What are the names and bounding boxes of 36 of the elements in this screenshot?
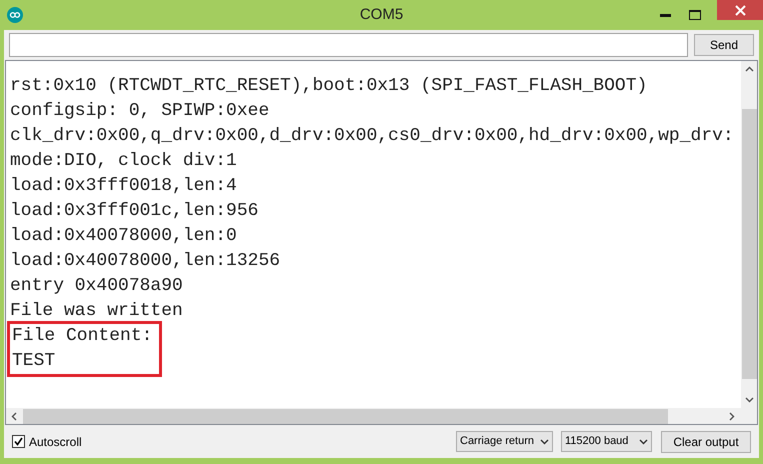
output-line: load:0x40078000,len:13256 — [10, 250, 282, 273]
autoscroll-label: Autoscroll — [29, 434, 82, 450]
output-line: rst:0x10 (RTCWDT_RTC_RESET),boot:0x13 (SPI_FAST_FLASH_BOOT) — [10, 75, 648, 98]
send-button[interactable]: Send — [694, 34, 754, 56]
output-line: clk_drv:0x00,q_drv:0x00,d_drv:0x00,cs0_drv:0x00,hd_drv:0x00,wp_drv: — [10, 125, 735, 148]
minimize-icon[interactable] — [660, 14, 671, 16]
scroll-up-icon[interactable] — [744, 66, 754, 72]
output-line: configsip: 0, SPIWP:0xee — [10, 100, 270, 123]
horizontal-scrollbar[interactable] — [6, 408, 757, 424]
window-title: COM5 — [360, 4, 404, 25]
scroll-left-icon[interactable] — [11, 412, 17, 420]
output-line: File was written — [10, 300, 184, 323]
caret-icon — [540, 438, 549, 444]
line-ending-dropdown[interactable]: Carriage return — [456, 431, 553, 452]
scroll-down-icon[interactable] — [744, 397, 754, 403]
output-line: load:0x3fff0018,len:4 — [10, 175, 238, 198]
output-line: mode:DIO, clock div:1 — [10, 150, 238, 173]
clear-output-button[interactable]: Clear output — [661, 430, 751, 452]
autoscroll-checkbox[interactable] — [12, 435, 25, 448]
app-logo-icon — [7, 7, 23, 23]
output-line: File Content: — [12, 325, 154, 348]
scroll-thumb[interactable] — [742, 109, 756, 379]
vertical-scrollbar[interactable] — [741, 61, 757, 408]
close-button[interactable] — [717, 0, 763, 20]
caret-icon — [639, 438, 648, 444]
scroll-right-icon[interactable] — [729, 412, 735, 420]
output-line: load:0x3fff001c,len:956 — [10, 200, 260, 223]
close-icon — [734, 4, 746, 16]
baud-rate-dropdown[interactable]: 115200 baud — [561, 431, 652, 452]
output-line: load:0x40078000,len:0 — [10, 225, 238, 248]
maximize-icon[interactable] — [689, 10, 701, 20]
output-line: entry 0x40078a90 — [10, 275, 184, 298]
output-line: TEST — [12, 350, 56, 373]
check-icon — [14, 437, 23, 446]
message-input-field[interactable] — [9, 33, 688, 57]
scroll-thumb[interactable] — [23, 408, 668, 424]
